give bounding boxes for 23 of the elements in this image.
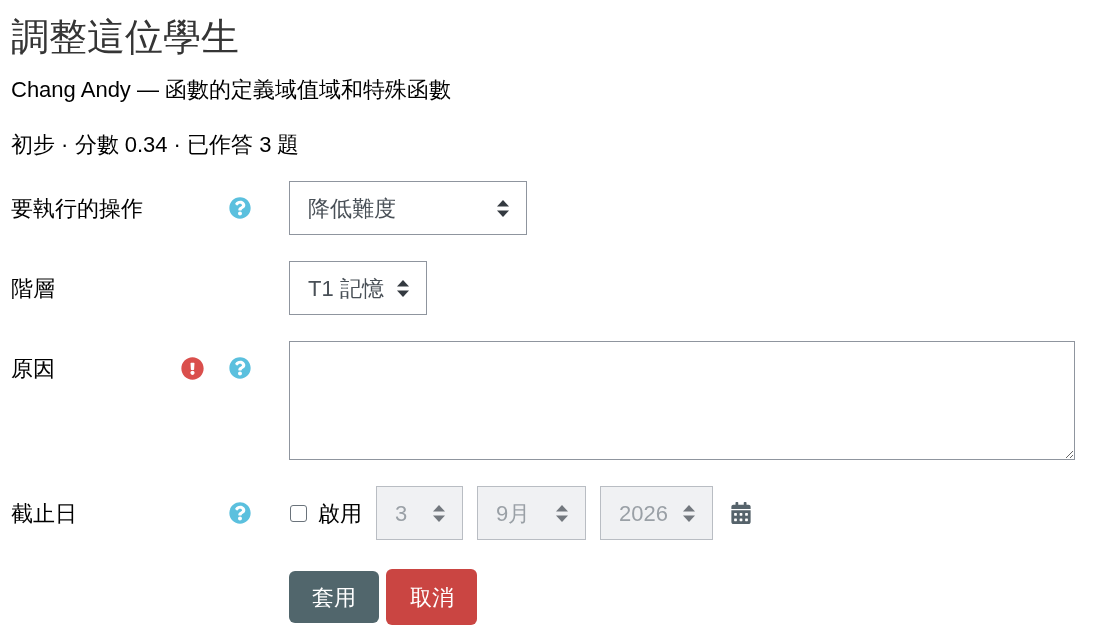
- text-area-field[interactable]: [289, 341, 1075, 460]
- help-icon[interactable]: [229, 197, 251, 219]
- help-icon[interactable]: [229, 357, 251, 379]
- field-label: 階層: [11, 274, 55, 303]
- field-label: 原因: [11, 354, 55, 383]
- checkbox[interactable]: [290, 504, 307, 522]
- select-field[interactable]: T1 記憶: [289, 261, 427, 315]
- help-icon[interactable]: [229, 502, 251, 524]
- select-field[interactable]: 降低難度: [289, 181, 527, 235]
- checkbox-label: 啟用: [318, 499, 362, 528]
- updown-caret-icon: [397, 279, 409, 297]
- updown-caret-icon: [497, 199, 509, 217]
- updown-caret-icon: [433, 504, 445, 522]
- cancel-button[interactable]: 取消: [386, 569, 477, 625]
- page-title: 調整這位學生: [11, 15, 240, 60]
- apply-button[interactable]: 套用: [289, 571, 379, 623]
- updown-caret-icon: [683, 504, 695, 522]
- score-summary: 初步 · 分數 0.34 · 已作答 3 題: [11, 131, 301, 159]
- student-subtitle: Chang Andy — 函數的定義域值域和特殊函數: [11, 76, 453, 104]
- calendar-icon[interactable]: [731, 502, 751, 524]
- field-label: 要執行的操作: [11, 194, 143, 223]
- field-label: 截止日: [11, 499, 77, 528]
- updown-caret-icon: [556, 504, 568, 522]
